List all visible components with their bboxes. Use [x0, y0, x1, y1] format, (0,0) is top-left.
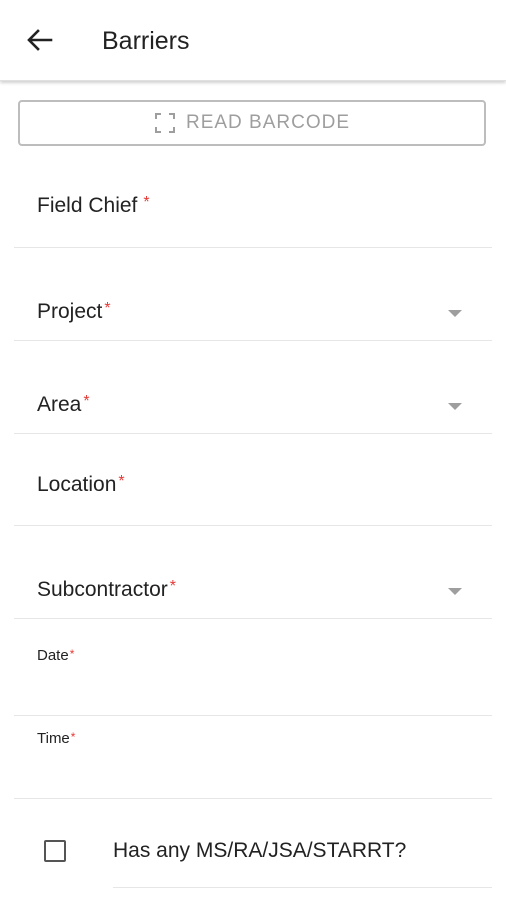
date-label: Date* — [37, 647, 74, 664]
location-label: Location * — [37, 473, 125, 497]
project-dropdown[interactable]: Project * — [14, 248, 492, 341]
area-dropdown[interactable]: Area * — [14, 341, 492, 434]
required-marker: * — [104, 300, 111, 317]
required-marker: * — [143, 194, 150, 211]
required-marker: * — [83, 393, 90, 410]
required-marker: * — [118, 473, 125, 490]
location-label-text: Location — [37, 473, 117, 496]
chevron-down-icon — [448, 403, 462, 410]
required-marker: * — [169, 578, 176, 595]
required-marker: * — [70, 730, 76, 744]
field-chief-label: Field Chief * — [37, 194, 150, 218]
barriers-form-screen: Barriers READ BARCODE Field Chief * Proje… — [0, 0, 506, 900]
location-field[interactable]: Location * — [14, 434, 492, 526]
area-label-text: Area — [37, 393, 82, 416]
field-chief-field[interactable]: Field Chief * — [14, 160, 492, 248]
chevron-down-icon — [448, 310, 462, 317]
date-label-text: Date — [37, 647, 69, 664]
date-field[interactable]: Date* — [14, 619, 492, 716]
project-label-text: Project — [37, 300, 103, 323]
area-label: Area * — [37, 393, 90, 417]
required-marker: * — [69, 647, 75, 661]
ms-ra-jsa-starrt-label: Has any MS/RA/JSA/STARRT? — [113, 839, 407, 862]
read-barcode-label: READ BARCODE — [185, 112, 351, 133]
time-label-text: Time — [37, 730, 70, 747]
chevron-down-icon — [448, 588, 462, 595]
field-chief-label-text: Field Chief — [37, 194, 138, 217]
page-title: Barriers — [102, 27, 190, 55]
subcontractor-label-text: Subcontractor — [37, 578, 168, 601]
back-button[interactable] — [22, 22, 58, 58]
time-field[interactable]: Time* — [14, 716, 492, 799]
time-label: Time* — [37, 730, 75, 747]
read-barcode-button[interactable]: READ BARCODE — [18, 100, 486, 146]
subcontractor-dropdown[interactable]: Subcontractor * — [14, 526, 492, 619]
divider — [113, 887, 492, 888]
subcontractor-label: Subcontractor * — [37, 578, 176, 602]
app-bar: Barriers — [0, 0, 506, 81]
project-label: Project * — [37, 300, 111, 324]
arrow-left-icon — [27, 29, 53, 51]
ms-ra-jsa-starrt-checkbox[interactable] — [44, 840, 66, 862]
scan-frame-icon — [154, 113, 175, 133]
